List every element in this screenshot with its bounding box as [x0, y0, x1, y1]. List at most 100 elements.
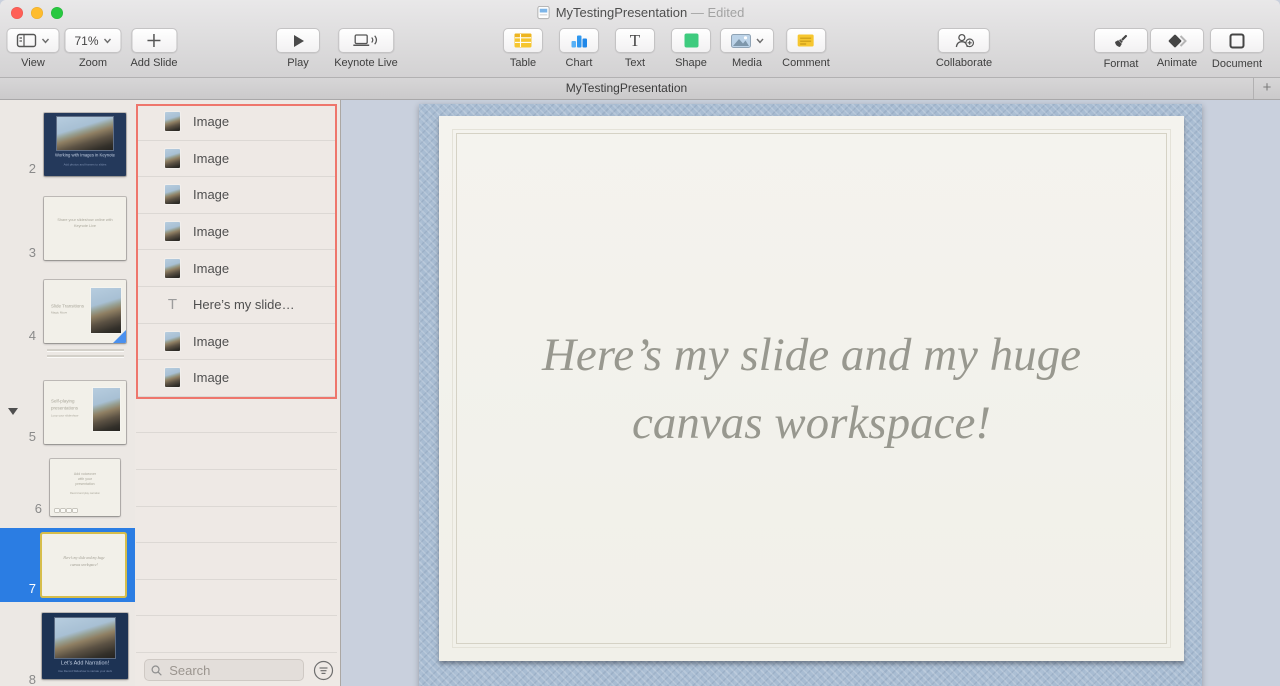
object-row-label: Image: [193, 187, 229, 202]
empty-row: [136, 543, 337, 580]
slide-thumbnail-item-3[interactable]: 3 Share your slideshow online with Keyno…: [0, 197, 135, 261]
document-icon: [1229, 33, 1245, 49]
object-row-text[interactable]: T Here’s my slide…: [136, 287, 337, 324]
search-input[interactable]: [167, 662, 297, 679]
object-row-image[interactable]: Image: [136, 141, 337, 178]
slide-number: 3: [0, 245, 36, 260]
slide-thumbnail-item-5[interactable]: 5 Self-playing presentations Loop your s…: [0, 381, 135, 445]
slide-thumbnail[interactable]: Share your slideshow online with Keynote…: [44, 197, 126, 260]
zoom-toolbar-item: 71% Zoom: [64, 28, 121, 69]
empty-row: [136, 616, 337, 653]
slide-thumbnail-item-7-selected[interactable]: 7 Here’s my slide and my huge canvas wor…: [0, 528, 135, 602]
slide-number: 2: [0, 161, 36, 176]
thumb-title: Self-playing: [51, 399, 75, 404]
animate-button[interactable]: [1150, 28, 1204, 53]
object-row-image[interactable]: Image: [136, 214, 337, 251]
slide-thumbnail-item-8[interactable]: 8 Let’s Add Narration! Use Record Slides…: [0, 613, 135, 679]
slide-thumbnail[interactable]: Here’s my slide and my huge canvas works…: [42, 534, 125, 596]
thumb-title: Working with Images in Keynote: [55, 153, 115, 158]
comment-button[interactable]: [786, 28, 826, 53]
titlebar-toolbar: MyTestingPresentation — Edited View: [0, 0, 1280, 78]
slide-thumbnail[interactable]: Slide Transitions Magic Move: [44, 280, 126, 343]
stacked-slides-edge: [47, 355, 124, 357]
document-button[interactable]: [1210, 28, 1264, 53]
thumb-title: canvas workspace!: [70, 563, 97, 567]
tab-bar: MyTestingPresentation +: [0, 78, 1280, 100]
zoom-button[interactable]: 71%: [64, 28, 121, 53]
keynote-live-button[interactable]: [338, 28, 394, 53]
document-proxy-icon: [536, 5, 551, 20]
keynote-window: MyTestingPresentation — Edited View: [0, 0, 1280, 686]
slide-number: 7: [0, 581, 36, 596]
slide-thumbnail[interactable]: Add voiceover with your presentation Rec…: [50, 459, 120, 516]
object-row-image[interactable]: Image: [136, 360, 337, 397]
animate-diamond-icon: [1167, 34, 1188, 48]
play-button[interactable]: [276, 28, 320, 53]
media-toolbar-item: Media: [720, 28, 774, 69]
media-button[interactable]: [720, 28, 774, 53]
empty-row: [136, 397, 337, 434]
shape-label: Shape: [671, 57, 711, 69]
slide-canvas: Here’s my slide and my huge canvas works…: [341, 100, 1280, 686]
document-title-text: MyTestingPresentation: [556, 5, 688, 20]
table-label: Table: [503, 57, 543, 69]
object-row-image[interactable]: Image: [136, 177, 337, 214]
empty-row: [136, 470, 337, 507]
search-field[interactable]: [144, 659, 304, 681]
object-row-label: Here’s my slide…: [193, 297, 295, 312]
play-toolbar-item: Play: [276, 28, 320, 69]
disclosure-triangle-icon[interactable]: [8, 408, 18, 415]
keynote-live-label: Keynote Live: [334, 57, 398, 69]
photo-placeholder: [91, 288, 121, 333]
keynote-live-icon: [353, 33, 378, 48]
image-thumbnail-icon: [165, 332, 180, 351]
add-slide-button[interactable]: [131, 28, 177, 53]
photo-placeholder: [93, 388, 120, 431]
view-button[interactable]: [7, 28, 60, 53]
slide-number: 4: [0, 328, 36, 343]
thumb-title: Here’s my slide and my huge: [63, 556, 104, 560]
add-slide-label: Add Slide: [130, 57, 177, 69]
object-row-image[interactable]: Image: [136, 104, 337, 141]
slide-background-border: Here’s my slide and my huge canvas works…: [419, 104, 1202, 686]
play-icon: [292, 34, 305, 48]
object-row-image[interactable]: Image: [136, 324, 337, 361]
slide-title-textbox[interactable]: Here’s my slide and my huge canvas works…: [439, 321, 1184, 457]
media-icon: [731, 34, 751, 48]
comment-label: Comment: [782, 57, 830, 69]
thumb-title: presentation: [75, 482, 94, 486]
slide-thumbnail[interactable]: Let’s Add Narration! Use Record Slidesho…: [42, 613, 128, 679]
thumb-subtitle: Record and play narration: [70, 492, 100, 495]
collaborate-toolbar-item: Collaborate: [936, 28, 992, 69]
slide-thumbnail[interactable]: Working with Images in Keynote Add photo…: [44, 113, 126, 176]
object-row-label: Image: [193, 151, 229, 166]
search-icon: [151, 664, 162, 677]
new-tab-button[interactable]: +: [1253, 78, 1280, 99]
slide-thumbnail[interactable]: Self-playing presentations Loop your sli…: [44, 381, 126, 444]
text-label: Text: [615, 57, 655, 69]
table-button[interactable]: [503, 28, 543, 53]
table-toolbar-item: Table: [503, 28, 543, 69]
empty-row: [136, 433, 337, 470]
object-row-image[interactable]: Image: [136, 250, 337, 287]
chart-label: Chart: [559, 57, 599, 69]
filter-icon[interactable]: [313, 660, 334, 681]
collaborate-icon: [953, 33, 975, 48]
tab-presentation[interactable]: MyTestingPresentation: [0, 81, 1253, 95]
slide-thumbnail-item-2[interactable]: 2 Working with Images in Keynote Add pho…: [0, 113, 135, 177]
window-title: MyTestingPresentation — Edited: [0, 5, 1280, 20]
thumb-subtitle: Magic Move: [51, 311, 67, 314]
format-button[interactable]: [1094, 28, 1148, 53]
thumb-title: Share your slideshow online with: [57, 218, 112, 222]
media-label: Media: [720, 57, 774, 69]
chart-button[interactable]: [559, 28, 599, 53]
chart-icon: [571, 33, 588, 48]
text-button[interactable]: T: [615, 28, 655, 53]
view-toolbar-item: View: [7, 28, 60, 69]
slide-text-line-2: canvas workspace!: [439, 389, 1184, 457]
collaborate-button[interactable]: [938, 28, 990, 53]
slide-thumbnail-item-6[interactable]: 6 Add voiceover with your presentation R…: [0, 459, 135, 517]
slide-thumbnail-item-4[interactable]: 4 Slide Transitions Magic Move: [0, 280, 135, 344]
thumb-title: Keynote Live: [74, 224, 96, 228]
shape-button[interactable]: [671, 28, 711, 53]
